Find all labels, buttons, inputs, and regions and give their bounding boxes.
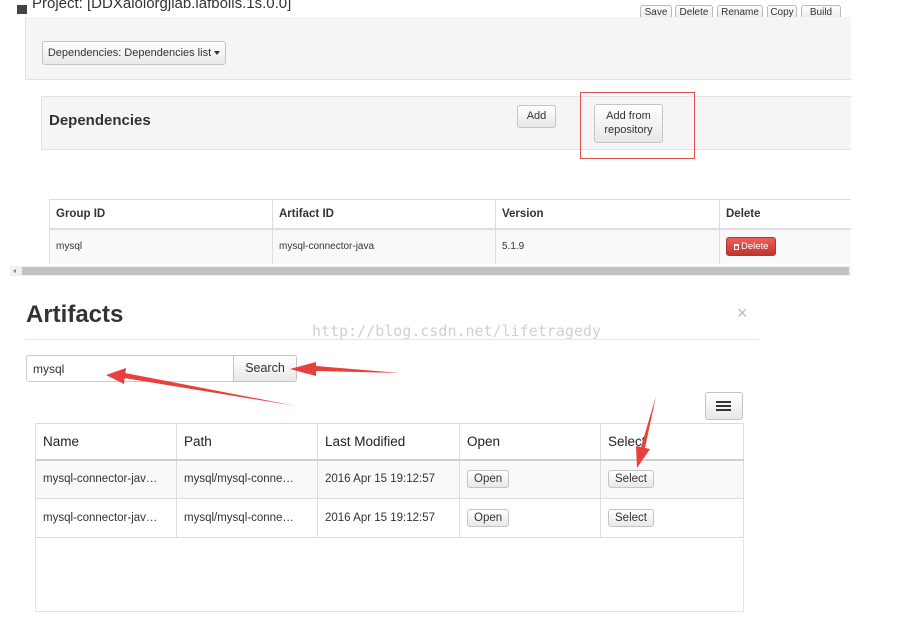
column-header-last-modified: Last Modified — [317, 423, 460, 461]
search-button[interactable]: Search — [233, 355, 297, 382]
artifacts-table-empty-area — [35, 539, 744, 612]
cell-version: 5.1.9 — [495, 228, 720, 264]
dependencies-toolbar: Dependencies: Dependencies list — [25, 17, 851, 80]
delete-dependency-button[interactable]: Delete — [726, 237, 777, 256]
add-button[interactable]: Add — [517, 105, 556, 128]
dependencies-table: Group ID Artifact ID Version Delete mysq… — [49, 199, 851, 264]
project-icon — [17, 5, 27, 14]
modal-divider — [25, 339, 759, 340]
annotation-arrow — [290, 362, 400, 376]
cell-select: Select — [600, 459, 744, 499]
scrollbar-thumb[interactable] — [22, 267, 849, 275]
artifact-search-input[interactable] — [26, 355, 234, 382]
window-title-strip: Project: [DDXaiolorgjlab.lafbolls.1s.0.0… — [0, 0, 924, 17]
cell-last-modified: 2016 Apr 15 19:12:57 — [317, 498, 460, 538]
table-row: mysql mysql-connector-java 5.1.9 Delete — [49, 228, 851, 264]
column-header-select: Select — [600, 423, 744, 461]
artifacts-table: Name Path Last Modified Open Select mysq… — [35, 423, 744, 538]
artifacts-modal-title: Artifacts — [26, 301, 124, 328]
annotation-highlight-box — [580, 92, 695, 159]
list-icon — [716, 401, 731, 411]
scroll-left-icon[interactable] — [13, 269, 16, 273]
delete-project-button[interactable]: Delete — [675, 5, 713, 17]
dependencies-dropdown[interactable]: Dependencies: Dependencies list — [42, 41, 226, 65]
dependencies-header: Dependencies Add Add from repository — [41, 96, 851, 150]
rename-button[interactable]: Rename — [717, 5, 763, 17]
delete-label: Delete — [741, 241, 769, 252]
horizontal-scrollbar[interactable] — [10, 266, 851, 276]
cell-artifact-id: mysql-connector-java — [272, 228, 496, 264]
select-button[interactable]: Select — [608, 509, 654, 527]
dependencies-dropdown-label: Dependencies: Dependencies list — [47, 47, 212, 59]
list-view-button[interactable] — [705, 392, 743, 420]
column-header-path: Path — [176, 423, 318, 461]
project-title: Project: [DDXaiolorgjlab.lafbolls.1s.0.0… — [32, 0, 292, 12]
cell-path: mysql/mysql-conne… — [176, 459, 318, 499]
cell-open: Open — [459, 498, 601, 538]
cell-group-id: mysql — [49, 228, 273, 264]
column-header-group-id: Group ID — [49, 199, 273, 230]
select-button[interactable]: Select — [608, 470, 654, 489]
column-header-artifact-id: Artifact ID — [272, 199, 496, 230]
open-button[interactable]: Open — [467, 509, 510, 527]
column-header-delete: Delete — [719, 199, 851, 230]
open-button[interactable]: Open — [467, 470, 510, 489]
trash-icon — [734, 244, 739, 250]
caret-down-icon — [214, 51, 221, 56]
column-header-version: Version — [495, 199, 720, 230]
column-header-open: Open — [459, 423, 601, 461]
table-row: mysql-connector-jav… mysql/mysql-conne… … — [35, 498, 744, 538]
copy-button[interactable]: Copy — [767, 5, 797, 17]
cell-name: mysql-connector-jav… — [35, 459, 177, 499]
column-header-name: Name — [35, 423, 177, 461]
cell-delete: Delete — [719, 228, 851, 264]
build-button[interactable]: Build — [801, 5, 841, 17]
cell-last-modified: 2016 Apr 15 19:12:57 — [317, 459, 460, 499]
cell-name: mysql-connector-jav… — [35, 498, 177, 538]
save-button[interactable]: Save — [640, 5, 672, 17]
watermark: http://blog.csdn.net/lifetragedy — [312, 322, 601, 340]
table-row: mysql-connector-jav… mysql/mysql-conne… … — [35, 459, 744, 499]
cell-select: Select — [600, 498, 744, 538]
dependencies-title: Dependencies — [49, 112, 151, 129]
close-icon[interactable]: × — [737, 303, 748, 324]
cell-path: mysql/mysql-conne… — [176, 498, 318, 538]
cell-open: Open — [459, 459, 601, 499]
